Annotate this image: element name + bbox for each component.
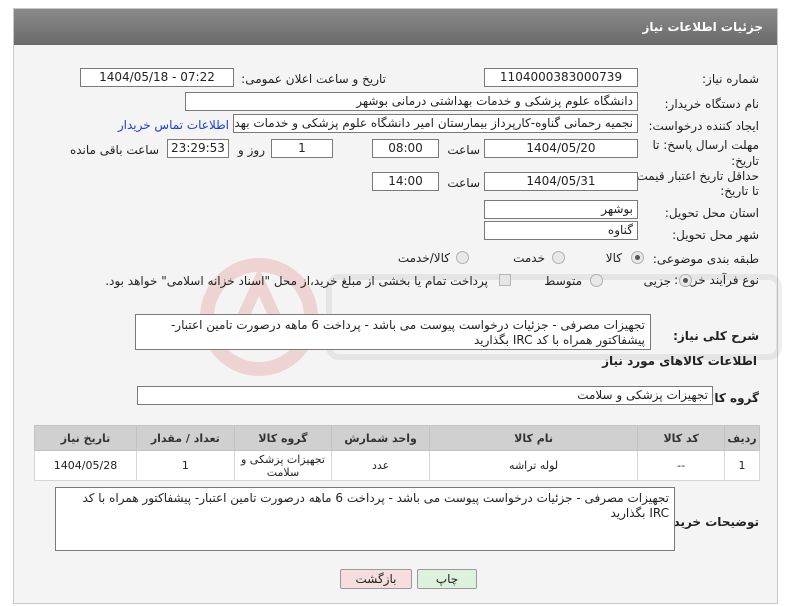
buyer-label: نام دستگاه خریدار: — [664, 97, 760, 111]
category-option-service: خدمت — [513, 251, 545, 265]
col-code: کد کالا — [637, 425, 726, 451]
table-row[interactable]: 1 -- لوله تراشه عدد تجهیزات پزشکی و سلام… — [33, 450, 760, 481]
category-option-goods: کالا — [605, 251, 622, 265]
goods-table: ردیف کد کالا نام کالا واحد شمارش گروه کا… — [33, 425, 760, 481]
process-radio-medium[interactable] — [590, 274, 603, 287]
city-field: گناوه — [484, 221, 638, 240]
cell-group: تجهیزات پزشکی و سلامت — [233, 450, 333, 481]
treasury-payment-note: پرداخت تمام یا بخشی از مبلغ خرید،از محل … — [105, 274, 488, 288]
city-label: شهر محل تحویل: — [672, 228, 759, 242]
back-button[interactable]: بازگشت — [340, 569, 412, 589]
col-date: تاریخ نیاز — [33, 425, 138, 451]
contact-buyer-link[interactable]: اطلاعات تماس خریدار — [118, 118, 229, 132]
days-field: 1 — [271, 139, 333, 158]
deadline-time-label: ساعت — [447, 143, 480, 157]
remaining-label: ساعت باقی مانده — [69, 143, 159, 157]
goods-table-header: ردیف کد کالا نام کالا واحد شمارش گروه کا… — [33, 425, 760, 451]
category-label: طبقه بندی موضوعی: — [652, 252, 759, 266]
page-title: جزئیات اطلاعات نیاز — [14, 9, 777, 45]
validity-date-field: 1404/05/31 — [484, 172, 638, 191]
cell-code: -- — [637, 450, 726, 481]
process-radio-minor[interactable] — [679, 274, 692, 287]
province-field: بوشهر — [484, 200, 638, 219]
col-qty: تعداد / مقدار — [136, 425, 235, 451]
deadline-label: مهلت ارسال پاسخ: تا تاریخ: — [652, 138, 759, 168]
need-details-panel: جزئیات اطلاعات نیاز شماره نیاز: 11040003… — [13, 8, 782, 604]
need-number-field: 1104000383000739 — [484, 68, 638, 87]
announce-date-field: 1404/05/18 - 07:22 — [80, 68, 234, 87]
deadline-time-field: 08:00 — [372, 139, 439, 158]
col-group: گروه کالا — [233, 425, 333, 451]
need-number-label: شماره نیاز: — [702, 72, 759, 86]
col-row: ردیف — [724, 425, 760, 451]
cell-unit: عدد — [331, 450, 430, 481]
remaining-time-field: 23:29:53 — [167, 139, 229, 158]
print-button[interactable]: چاپ — [417, 569, 477, 589]
cell-qty: 1 — [136, 450, 235, 481]
validity-label: حداقل تاریخ اعتبار قیمت: تا تاریخ: — [632, 169, 759, 198]
goods-section-title: اطلاعات کالاهای مورد نیاز — [602, 354, 757, 368]
category-radio-goods-service[interactable] — [456, 251, 469, 264]
col-unit: واحد شمارش — [331, 425, 430, 451]
cell-date: 1404/05/28 — [33, 450, 138, 481]
description-label: شرح کلی نیاز: — [673, 329, 759, 343]
category-option-goods-service: کالا/خدمت — [397, 251, 450, 265]
category-radio-goods[interactable] — [631, 251, 644, 264]
cell-name: لوله تراشه — [428, 450, 639, 481]
announce-label: تاریخ و ساعت اعلان عمومی: — [241, 72, 386, 86]
buyer-field: دانشگاه علوم پزشکی و خدمات بهداشتی درمان… — [185, 92, 638, 111]
validity-time-field: 14:00 — [372, 172, 439, 191]
buyer-notes-textarea[interactable]: تجهیزات مصرفی - جزئیات درخواست پیوست می … — [55, 487, 675, 551]
category-radio-service[interactable] — [552, 251, 565, 264]
province-label: استان محل تحویل: — [664, 206, 759, 220]
treasury-payment-checkbox[interactable] — [499, 274, 511, 286]
process-option-minor: جزیی — [643, 274, 671, 288]
col-name: نام کالا — [428, 425, 639, 451]
cell-row: 1 — [724, 450, 760, 481]
days-label: روز و — [238, 143, 265, 157]
validity-time-label: ساعت — [447, 176, 480, 190]
creator-label: ایجاد کننده درخواست: — [648, 119, 759, 133]
description-textarea[interactable]: تجهیزات مصرفی - جزئیات درخواست پیوست می … — [135, 314, 651, 350]
goods-group-field: تجهیزات پزشکی و سلامت — [137, 386, 713, 405]
deadline-date-field: 1404/05/20 — [484, 139, 638, 158]
process-option-medium: متوسط — [544, 274, 582, 288]
creator-field: نجمیه رحمانی گناوه-کارپرداز بیمارستان ام… — [233, 114, 638, 133]
